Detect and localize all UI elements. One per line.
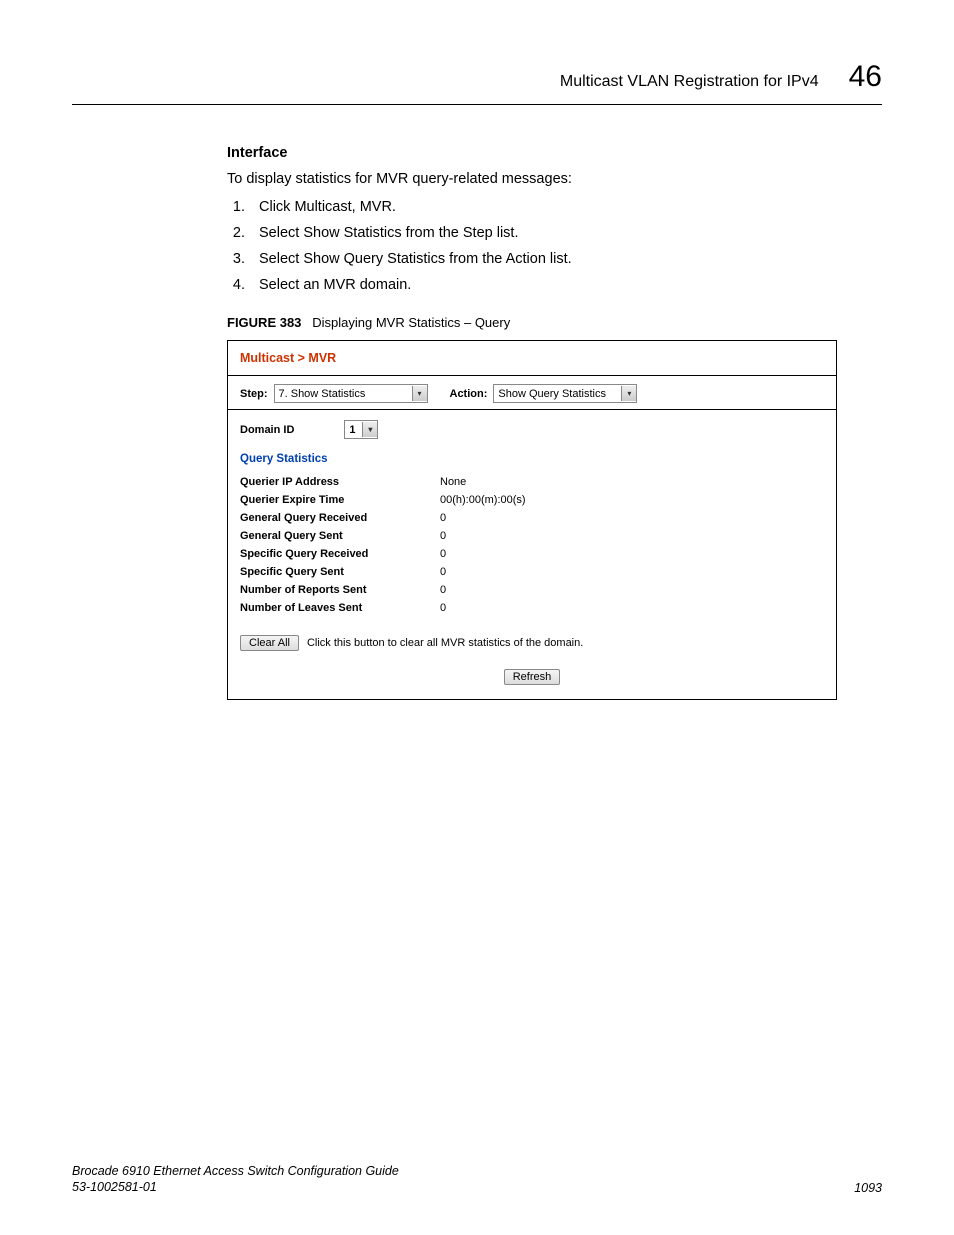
refresh-button[interactable]: Refresh: [504, 669, 561, 685]
table-row: Number of Leaves Sent0: [240, 599, 526, 617]
header-title: Multicast VLAN Registration for IPv4: [560, 73, 819, 91]
stat-label: General Query Received: [240, 509, 440, 527]
stat-label: Number of Reports Sent: [240, 581, 440, 599]
page-header: Multicast VLAN Registration for IPv4 46: [72, 60, 882, 94]
table-row: Specific Query Received0: [240, 545, 526, 563]
chevron-down-icon: ▾: [621, 386, 636, 401]
stat-value: 0: [440, 509, 526, 527]
table-row: Specific Query Sent0: [240, 563, 526, 581]
step-item: Select Show Query Statistics from the Ac…: [249, 251, 882, 267]
clear-all-button[interactable]: Clear All: [240, 635, 299, 651]
controls-row: Step: 7. Show Statistics ▾ Action: Show …: [228, 376, 836, 410]
domain-id-select[interactable]: 1 ▾: [344, 420, 378, 439]
header-rule: [72, 104, 882, 105]
figure-caption: FIGURE 383 Displaying MVR Statistics – Q…: [227, 315, 882, 330]
table-row: General Query Received0: [240, 509, 526, 527]
table-row: General Query Sent0: [240, 527, 526, 545]
section-heading: Interface: [227, 145, 882, 161]
table-row: Number of Reports Sent0: [240, 581, 526, 599]
action-select[interactable]: Show Query Statistics ▾: [493, 384, 637, 403]
ui-screenshot: Multicast > MVR Step: 7. Show Statistics…: [227, 340, 837, 700]
chevron-down-icon: ▾: [362, 422, 377, 437]
stat-value: 0: [440, 581, 526, 599]
stat-label: Specific Query Sent: [240, 563, 440, 581]
stat-label: Querier IP Address: [240, 473, 440, 491]
stats-table: Querier IP AddressNone Querier Expire Ti…: [240, 473, 526, 617]
stat-value: 0: [440, 545, 526, 563]
stat-value: 0: [440, 527, 526, 545]
footer-doc-title: Brocade 6910 Ethernet Access Switch Conf…: [72, 1163, 399, 1179]
page-number: 1093: [854, 1181, 882, 1195]
clear-help-text: Click this button to clear all MVR stati…: [307, 637, 583, 649]
stat-value: 00(h):00(m):00(s): [440, 491, 526, 509]
stat-value: 0: [440, 599, 526, 617]
stat-value: None: [440, 473, 526, 491]
action-select-value: Show Query Statistics: [498, 388, 606, 400]
figure-title: Displaying MVR Statistics – Query: [312, 315, 510, 330]
table-row: Querier IP AddressNone: [240, 473, 526, 491]
domain-id-label: Domain ID: [240, 424, 294, 436]
figure-label: FIGURE 383: [227, 315, 301, 330]
step-item: Select an MVR domain.: [249, 277, 882, 293]
intro-text: To display statistics for MVR query-rela…: [227, 171, 882, 187]
chevron-down-icon: ▾: [412, 386, 427, 401]
step-item: Click Multicast, MVR.: [249, 199, 882, 215]
stats-section-title: Query Statistics: [240, 453, 824, 465]
step-select[interactable]: 7. Show Statistics ▾: [274, 384, 428, 403]
stat-label: Number of Leaves Sent: [240, 599, 440, 617]
stat-value: 0: [440, 563, 526, 581]
stat-label: Querier Expire Time: [240, 491, 440, 509]
page-footer: Brocade 6910 Ethernet Access Switch Conf…: [72, 1163, 882, 1196]
action-label: Action:: [450, 388, 488, 400]
chapter-number: 46: [849, 60, 882, 94]
domain-id-value: 1: [349, 424, 355, 436]
stat-label: Specific Query Received: [240, 545, 440, 563]
step-item: Select Show Statistics from the Step lis…: [249, 225, 882, 241]
step-select-value: 7. Show Statistics: [279, 388, 366, 400]
breadcrumb: Multicast > MVR: [228, 341, 836, 376]
step-list: Click Multicast, MVR. Select Show Statis…: [227, 199, 882, 293]
table-row: Querier Expire Time00(h):00(m):00(s): [240, 491, 526, 509]
footer-doc-number: 53-1002581-01: [72, 1179, 399, 1195]
stat-label: General Query Sent: [240, 527, 440, 545]
step-label: Step:: [240, 388, 268, 400]
